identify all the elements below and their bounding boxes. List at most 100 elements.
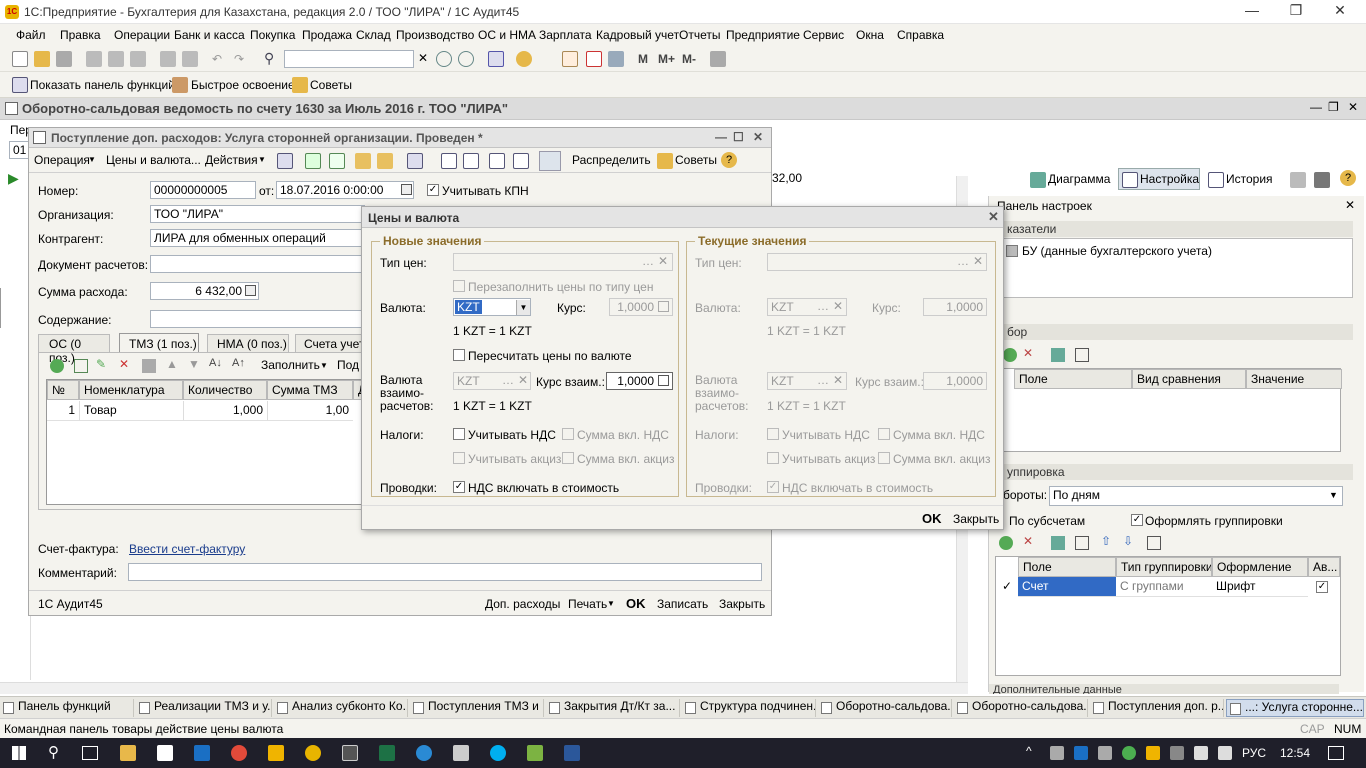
tools-icon[interactable] bbox=[710, 51, 726, 67]
menu-hr[interactable]: Кадровый учет bbox=[596, 28, 679, 42]
tab-structure[interactable]: Структура подчинен... bbox=[682, 699, 816, 717]
row-num[interactable]: 1 bbox=[47, 401, 79, 421]
sum-vat-checkbox[interactable] bbox=[562, 428, 574, 440]
list-icon[interactable] bbox=[441, 153, 457, 169]
tab-extra-receipts[interactable]: Поступления доп. р... bbox=[1090, 699, 1224, 717]
close-doc-button[interactable]: Закрыть bbox=[719, 597, 765, 611]
goto-icon[interactable] bbox=[407, 153, 423, 169]
report-restore[interactable]: ❐ bbox=[1328, 100, 1339, 114]
menu-production[interactable]: Производство bbox=[396, 28, 474, 42]
currency-dropdown-icon[interactable]: ▼ bbox=[516, 300, 530, 315]
group-col-format[interactable]: Оформление bbox=[1212, 557, 1308, 577]
group-row-format[interactable]: Шрифт bbox=[1212, 577, 1308, 597]
filter-col-compare[interactable]: Вид сравнения bbox=[1132, 369, 1246, 389]
filter-col-value[interactable]: Значение bbox=[1246, 369, 1342, 389]
row-edit-icon[interactable]: ✎ bbox=[96, 357, 106, 371]
tray-chevron-icon[interactable]: ^ bbox=[1026, 744, 1032, 758]
comment-field[interactable] bbox=[128, 563, 762, 581]
dialog-ok-button[interactable]: OK bbox=[922, 511, 942, 526]
filter-copy2-icon[interactable] bbox=[1075, 348, 1089, 362]
print-icon[interactable] bbox=[160, 51, 176, 67]
row-add-icon[interactable] bbox=[50, 359, 64, 373]
refill-checkbox[interactable] bbox=[453, 280, 465, 292]
find-prev-icon[interactable] bbox=[458, 51, 474, 67]
history-button[interactable]: История bbox=[1226, 172, 1273, 186]
print-button[interactable]: Печать bbox=[568, 597, 607, 611]
distribute-mode-icon[interactable] bbox=[539, 151, 561, 171]
row-item[interactable]: Товар bbox=[79, 401, 183, 421]
menu-operations[interactable]: Операции bbox=[114, 28, 170, 42]
tab-functions-panel[interactable]: Панель функций bbox=[0, 699, 134, 717]
menu-sales[interactable]: Продажа bbox=[302, 28, 352, 42]
ie-icon[interactable] bbox=[416, 745, 432, 761]
tab-active-service[interactable]: ...: Услуга сторонне... bbox=[1226, 699, 1364, 717]
menu-bank[interactable]: Банк и касса bbox=[174, 28, 245, 42]
tab-sales[interactable]: Реализации ТМЗ и у... bbox=[136, 699, 272, 717]
row-up-icon[interactable]: ▲ bbox=[166, 357, 178, 371]
copy-doc-icon[interactable] bbox=[329, 153, 345, 169]
tab-receipts[interactable]: Поступления ТМЗ и ... bbox=[410, 699, 544, 717]
expense-sum-field[interactable]: 6 432,00 bbox=[150, 282, 259, 300]
dtkt-icon[interactable] bbox=[513, 153, 529, 169]
operation-menu[interactable]: Операция bbox=[34, 153, 90, 167]
col-item[interactable]: Номенклатура bbox=[79, 380, 183, 400]
open-icon[interactable] bbox=[34, 51, 50, 67]
memory-minus-button[interactable]: M- bbox=[682, 52, 696, 66]
snipping-icon[interactable] bbox=[453, 745, 469, 761]
settle-rate-calculator-icon[interactable] bbox=[658, 375, 669, 386]
tab-accounts[interactable]: Счета учета bbox=[295, 334, 365, 352]
calculator-icon[interactable] bbox=[562, 51, 578, 67]
chrome-icon[interactable] bbox=[231, 745, 247, 761]
row-copy-icon[interactable] bbox=[74, 359, 88, 373]
menu-help[interactable]: Справка bbox=[897, 28, 944, 42]
undo-icon[interactable]: ↶ bbox=[212, 52, 222, 66]
dialog-close-icon[interactable]: ✕ bbox=[988, 209, 999, 225]
tab-fixed-assets[interactable]: ОС (0 поз.) bbox=[38, 334, 110, 365]
invoice-link[interactable]: Ввести счет-фактуру bbox=[129, 542, 245, 556]
group-row-field[interactable]: Счет bbox=[1018, 577, 1116, 597]
1c-taskbar-icon[interactable] bbox=[305, 745, 321, 761]
row-qty[interactable]: 1,000 bbox=[183, 401, 267, 421]
excise-checkbox[interactable] bbox=[453, 452, 465, 464]
calculator-taskbar-icon[interactable] bbox=[342, 745, 358, 761]
group-row-type[interactable]: С группами bbox=[1116, 577, 1212, 597]
filter-delete-icon[interactable]: ✕ bbox=[1023, 346, 1033, 360]
refresh-icon[interactable] bbox=[305, 153, 321, 169]
dialog-close-button[interactable]: Закрыть bbox=[953, 512, 999, 526]
selection-button[interactable]: Под bbox=[337, 358, 359, 372]
print-dropdown-icon[interactable]: ▼ bbox=[607, 599, 615, 608]
task-view-icon[interactable] bbox=[82, 746, 98, 760]
drive-icon[interactable] bbox=[268, 745, 284, 761]
kpn-checkbox[interactable]: ✓ bbox=[427, 184, 439, 196]
memory-plus-button[interactable]: M+ bbox=[658, 52, 675, 66]
tab-balance-2[interactable]: Оборотно-сальдова... bbox=[954, 699, 1088, 717]
fill-button[interactable]: Заполнить bbox=[261, 358, 320, 372]
recalc-checkbox[interactable] bbox=[453, 349, 465, 361]
sum-calculator-icon[interactable] bbox=[245, 285, 256, 296]
distribute-button[interactable]: Распределить bbox=[572, 153, 651, 167]
settle-currency-clear-icon[interactable]: ✕ bbox=[518, 373, 528, 387]
turnovers-dropdown-icon[interactable]: ▼ bbox=[1329, 490, 1338, 500]
document-restore[interactable]: ☐ bbox=[733, 130, 744, 144]
date-calendar-icon[interactable] bbox=[401, 184, 412, 195]
vat-checkbox[interactable] bbox=[453, 428, 465, 440]
org-field[interactable]: ТОО "ЛИРА" bbox=[150, 205, 365, 223]
settings-button[interactable]: Настройка bbox=[1140, 172, 1199, 186]
export-icon[interactable] bbox=[1290, 172, 1306, 188]
minimize-button[interactable]: — bbox=[1232, 2, 1272, 22]
menu-assets[interactable]: ОС и НМА bbox=[478, 28, 536, 42]
filter-col-field[interactable]: Поле bbox=[1014, 369, 1132, 389]
group-add-icon[interactable] bbox=[999, 536, 1013, 550]
tab-intangible[interactable]: НМА (0 поз.) bbox=[207, 334, 289, 352]
diagram-button[interactable]: Диаграмма bbox=[1048, 172, 1110, 186]
menu-reports[interactable]: Отчеты bbox=[679, 28, 720, 42]
find-next-icon[interactable] bbox=[436, 51, 452, 67]
operation-dropdown-icon[interactable]: ▼ bbox=[88, 155, 96, 164]
based-on-icon[interactable] bbox=[355, 153, 371, 169]
show-functions-panel-button[interactable]: Показать панель функций bbox=[30, 78, 175, 92]
users-icon[interactable] bbox=[608, 51, 624, 67]
menu-warehouse[interactable]: Склад bbox=[356, 28, 391, 42]
clock[interactable]: 12:54 bbox=[1280, 746, 1310, 760]
fill-dropdown-icon[interactable]: ▼ bbox=[320, 361, 328, 370]
search-taskbar-icon[interactable]: ⚲ bbox=[48, 743, 59, 761]
